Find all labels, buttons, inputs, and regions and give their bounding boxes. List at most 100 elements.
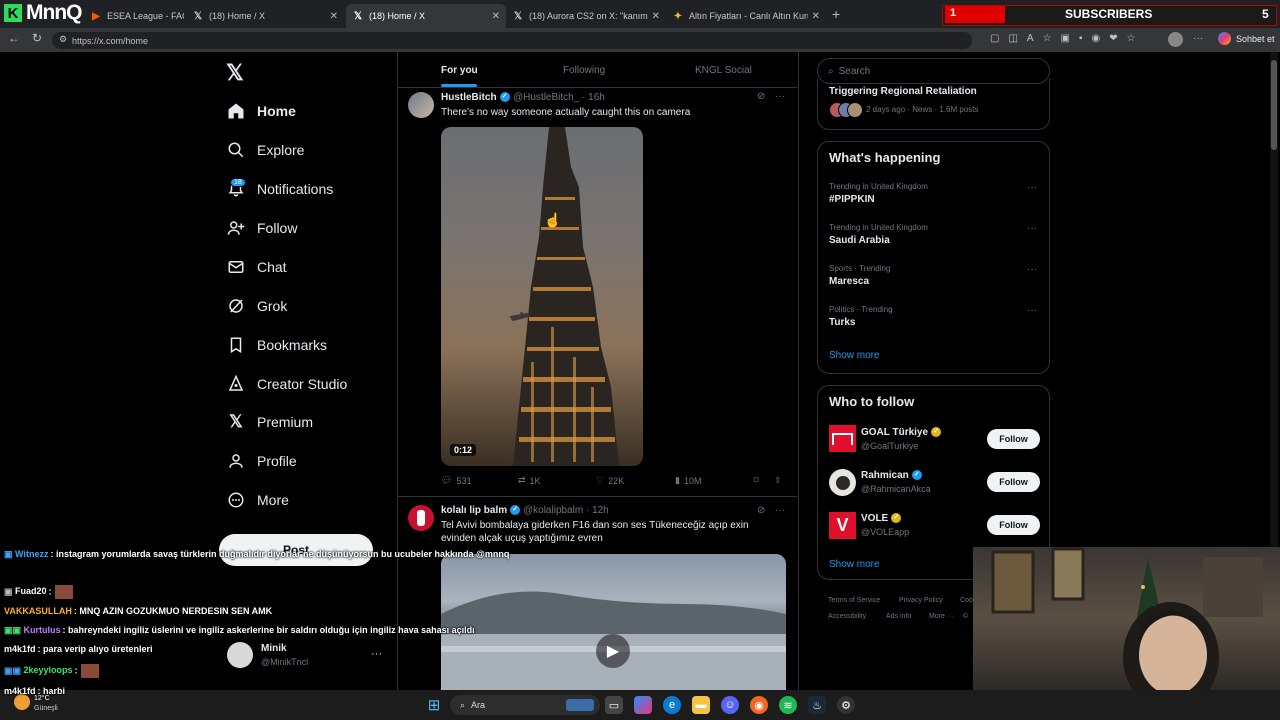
nav-item-grok[interactable]: Grok <box>226 292 287 320</box>
footer-more-link[interactable]: More ··· <box>929 613 954 620</box>
vole-avatar[interactable]: V <box>829 512 856 539</box>
weather-icon[interactable] <box>14 694 30 710</box>
trend-name[interactable]: Turks <box>829 317 856 328</box>
address-bar[interactable]: ⚙ https://x.com/home <box>52 32 972 49</box>
chat-message: m4k1fd: harbi <box>4 686 66 696</box>
tab-kngl-social[interactable]: KNGL Social <box>695 65 752 76</box>
tweet-author-handle[interactable]: @kolalipbalm · 12h <box>523 505 609 516</box>
nav-item-explore[interactable]: Explore <box>226 136 304 164</box>
browser-tab-altin[interactable]: ✦ Altın Fiyatları - Canlı Altın Kuru ve✕ <box>666 4 826 28</box>
nav-item-home[interactable]: Home <box>226 97 296 125</box>
who-to-follow-title: Who to follow <box>829 394 915 409</box>
share-icon: ⇪ <box>774 475 782 485</box>
tweet-more-icon[interactable]: ··· <box>775 91 785 102</box>
scrollbar-thumb[interactable] <box>1271 60 1277 150</box>
browser-tab-x-home[interactable]: 𝕏 (18) Home / X ✕ <box>186 4 344 28</box>
tab-following[interactable]: Following <box>563 65 605 76</box>
grok-tweet-icon[interactable]: ⊘ <box>757 505 765 516</box>
nav-item-profile[interactable]: Profile <box>226 447 297 475</box>
repost-button[interactable]: ⇄ 1K <box>518 475 541 486</box>
new-tab-icon[interactable]: + <box>832 6 840 22</box>
trend-name[interactable]: Maresca <box>829 276 869 287</box>
tweet-author-name[interactable]: HustleBitch ✓ <box>441 92 510 103</box>
app-icon[interactable]: ◉ <box>750 696 768 714</box>
footer-privacy-link[interactable]: Privacy Policy <box>899 597 943 604</box>
emote-icon <box>54 585 73 599</box>
profile-avatar-icon[interactable] <box>1168 32 1183 47</box>
reply-button[interactable]: 💬︎ 531 <box>441 475 471 486</box>
suggested-account-name[interactable]: Rahmican ✓ <box>861 470 922 481</box>
trend-more-icon[interactable]: ··· <box>1027 182 1037 193</box>
browser-tab-faceit[interactable]: ▶ ESEA League - FACEIT✕ <box>84 4 184 28</box>
taskbar-search[interactable]: ⌕ Ara <box>450 695 600 715</box>
tab-for-you[interactable]: For you <box>441 65 478 76</box>
nav-item-premium[interactable]: 𝕏 Premium <box>226 408 313 436</box>
tweet-video[interactable]: ▶ <box>441 554 786 690</box>
suggested-account-name[interactable]: GOAL Türkiye ✓ <box>861 427 942 438</box>
edge-icon[interactable]: e <box>663 696 681 714</box>
trend-name[interactable]: #PIPPKIN <box>829 194 875 205</box>
close-icon[interactable]: ✕ <box>648 11 660 22</box>
nav-item-chat[interactable]: Chat <box>226 253 287 281</box>
close-icon[interactable]: ✕ <box>326 11 338 22</box>
reload-icon[interactable]: ↻ <box>32 31 42 45</box>
trend-meta: Trending in United Kingdom <box>829 182 928 191</box>
tweet-author-handle[interactable]: @HustleBitch_ · 16h <box>513 92 605 103</box>
discord-icon[interactable]: ☺ <box>721 696 739 714</box>
share-button[interactable]: ⇪ <box>774 475 782 486</box>
mouse-cursor-icon: ☝ <box>544 212 562 228</box>
close-icon[interactable]: ✕ <box>808 11 820 22</box>
windows-start-icon[interactable]: ⊞ <box>425 696 443 714</box>
steam-icon[interactable]: ♨ <box>808 696 826 714</box>
copilot-icon <box>1218 32 1231 45</box>
goal-avatar[interactable] <box>829 425 856 452</box>
x-logo-icon[interactable]: 𝕏 <box>226 60 244 86</box>
browser-tab-x-home-active[interactable]: 𝕏 (18) Home / X ✕ <box>346 4 506 28</box>
follow-button[interactable]: Follow <box>987 515 1040 535</box>
suggested-account-name[interactable]: VOLE ✓ <box>861 513 902 524</box>
copilot-button[interactable]: Sohbet et <box>1218 32 1275 45</box>
follow-button[interactable]: Follow <box>987 472 1040 492</box>
footer-ads-info-link[interactable]: Ads info <box>886 613 911 620</box>
browser-tab-aurora[interactable]: 𝕏 (18) Aurora CS2 on X: "kanım don✕ <box>506 4 666 28</box>
tweet-avatar[interactable] <box>408 92 434 118</box>
trend-more-icon[interactable]: ··· <box>1027 305 1037 316</box>
file-explorer-icon[interactable]: ▬ <box>692 696 710 714</box>
views-button[interactable]: ▮ 10M <box>675 475 701 486</box>
trends-show-more-link[interactable]: Show more <box>829 350 880 361</box>
close-icon[interactable]: ✕ <box>488 11 500 22</box>
site-info-icon[interactable]: ⚙ <box>59 34 67 45</box>
tweet-avatar[interactable] <box>408 505 434 531</box>
tweet-author-name[interactable]: kolalı lip balm ✓ <box>441 505 521 516</box>
follow-button[interactable]: Follow <box>987 429 1040 449</box>
spotify-icon[interactable]: ≋ <box>779 696 797 714</box>
menu-dots-icon[interactable]: ··· <box>1193 33 1203 44</box>
rahmican-avatar[interactable] <box>829 469 856 496</box>
play-icon[interactable]: ▶ <box>596 634 630 668</box>
account-menu-icon[interactable]: ··· <box>371 648 382 660</box>
copilot-taskbar-icon[interactable] <box>634 696 652 714</box>
back-icon[interactable]: ← <box>8 31 20 45</box>
app-icon[interactable]: ⚙ <box>837 696 855 714</box>
nav-item-bookmarks[interactable]: Bookmarks <box>226 331 327 359</box>
follow-show-more-link[interactable]: Show more <box>829 559 880 570</box>
trend-more-icon[interactable]: ··· <box>1027 264 1037 275</box>
nav-item-follow[interactable]: Follow <box>226 214 297 242</box>
grok-tweet-icon[interactable]: ⊘ <box>757 91 765 102</box>
task-view-icon[interactable]: ▭ <box>605 696 623 714</box>
nav-item-more[interactable]: More <box>226 486 289 514</box>
tweet-more-icon[interactable]: ··· <box>775 505 785 516</box>
like-button[interactable]: ♡ 22K <box>596 475 624 486</box>
news-title[interactable]: Triggering Regional Retaliation <box>829 86 977 97</box>
footer-accessibility-link[interactable]: Accessibility <box>828 613 866 620</box>
trend-name[interactable]: Saudi Arabia <box>829 235 890 246</box>
nav-item-creator-studio[interactable]: Creator Studio <box>226 370 347 398</box>
footer-cookie-link[interactable]: Coo <box>960 597 973 604</box>
chat-message: ▣▣ 2keyyloops: <box>4 664 99 678</box>
browser-extension-icons[interactable]: ▢◫A☆▣▪◉❤☆ <box>990 33 1145 44</box>
tweet-video[interactable]: 0:12 <box>441 127 643 466</box>
bookmark-button[interactable]: ⌑ <box>754 475 759 486</box>
trend-more-icon[interactable]: ··· <box>1027 223 1037 234</box>
account-avatar[interactable] <box>227 642 253 668</box>
footer-terms-link[interactable]: Terms of Service <box>828 597 880 604</box>
